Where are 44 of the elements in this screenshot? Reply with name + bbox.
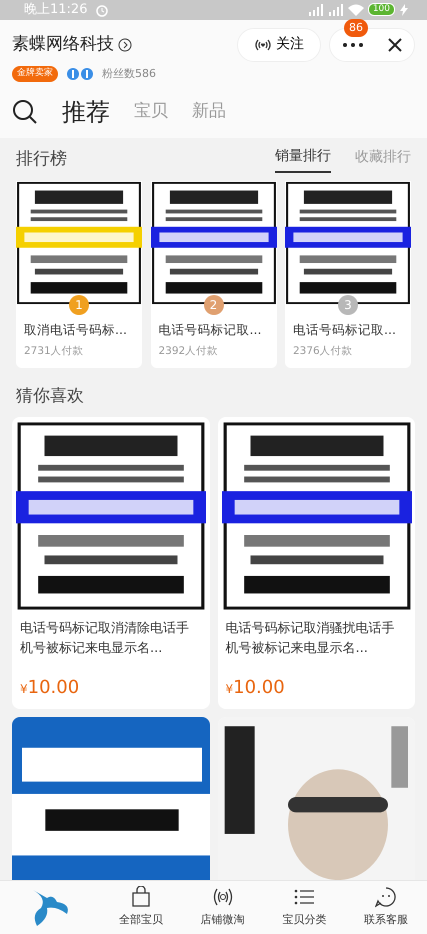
level-icon xyxy=(66,68,94,80)
product-price: ¥10.00 xyxy=(226,676,286,700)
sales-count: 2392人付款 xyxy=(158,344,220,359)
sort-tab[interactable]: 销量排行 xyxy=(275,146,331,173)
fans-count: 粉丝数586 xyxy=(102,66,156,82)
product-card[interactable]: 1 取消电话号码标... 2731人付款 xyxy=(16,181,142,368)
sales-count: 2376人付款 xyxy=(293,344,354,359)
product-card[interactable]: 2 电话号码标记取... 2392人付款 xyxy=(150,181,276,368)
close-icon xyxy=(388,38,402,52)
nav-item[interactable]: 店铺微淘 xyxy=(182,886,264,929)
product-price: ¥10.00 xyxy=(20,676,80,700)
bag-icon xyxy=(130,886,152,908)
product-title: 电话号码标记取... xyxy=(293,321,397,339)
nav-item[interactable]: 宝贝分类 xyxy=(264,886,346,929)
product-title: 电话号码标记取消骚扰电话手机号被标记来电显示名... xyxy=(226,620,396,658)
signal-icon xyxy=(328,4,344,16)
product-card[interactable]: 电话号码标记取消清除电话手机号被标记来电显示名... ¥10.00 xyxy=(12,417,210,709)
follow-button[interactable]: 关注 xyxy=(237,28,321,62)
shop-name: 素蝶网络科技 xyxy=(12,32,114,56)
battery-level: 100 xyxy=(368,3,395,16)
product-card[interactable]: 电话号码标记取消骚扰电话手机号被标记来电显示名... ¥10.00 xyxy=(218,417,415,709)
rank-medal: 3 xyxy=(338,295,358,315)
section-title: 猜你喜欢 xyxy=(15,384,85,408)
product-title: 电话号码标记取消清除电话手机号被标记来电显示名... xyxy=(20,620,190,658)
sales-count: 2731人付款 xyxy=(24,344,85,359)
more-icon xyxy=(342,43,362,48)
count-badge: 86 xyxy=(344,18,368,36)
product-title: 取消电话号码标... xyxy=(24,321,128,339)
seller-badge: 金牌卖家 xyxy=(12,66,58,82)
search-icon[interactable] xyxy=(12,99,38,125)
nav-item[interactable]: 联系客服 xyxy=(345,886,427,929)
chevron-right-icon[interactable] xyxy=(118,38,132,52)
signal-icon xyxy=(308,4,324,16)
section-title: 排行榜 xyxy=(16,148,67,171)
charging-icon xyxy=(399,4,409,16)
wifi-icon xyxy=(348,4,364,16)
rank-medal: 1 xyxy=(69,295,89,315)
alarm-icon xyxy=(95,2,110,17)
product-title: 电话号码标记取... xyxy=(158,321,262,339)
tab[interactable]: 推荐 xyxy=(62,94,110,130)
rank-medal: 2 xyxy=(204,295,224,315)
product-card[interactable]: 3 电话号码标记取... 2376人付款 xyxy=(285,181,411,368)
nav-item[interactable]: 全部宝贝 xyxy=(100,886,182,929)
broadcast-icon xyxy=(254,38,272,50)
